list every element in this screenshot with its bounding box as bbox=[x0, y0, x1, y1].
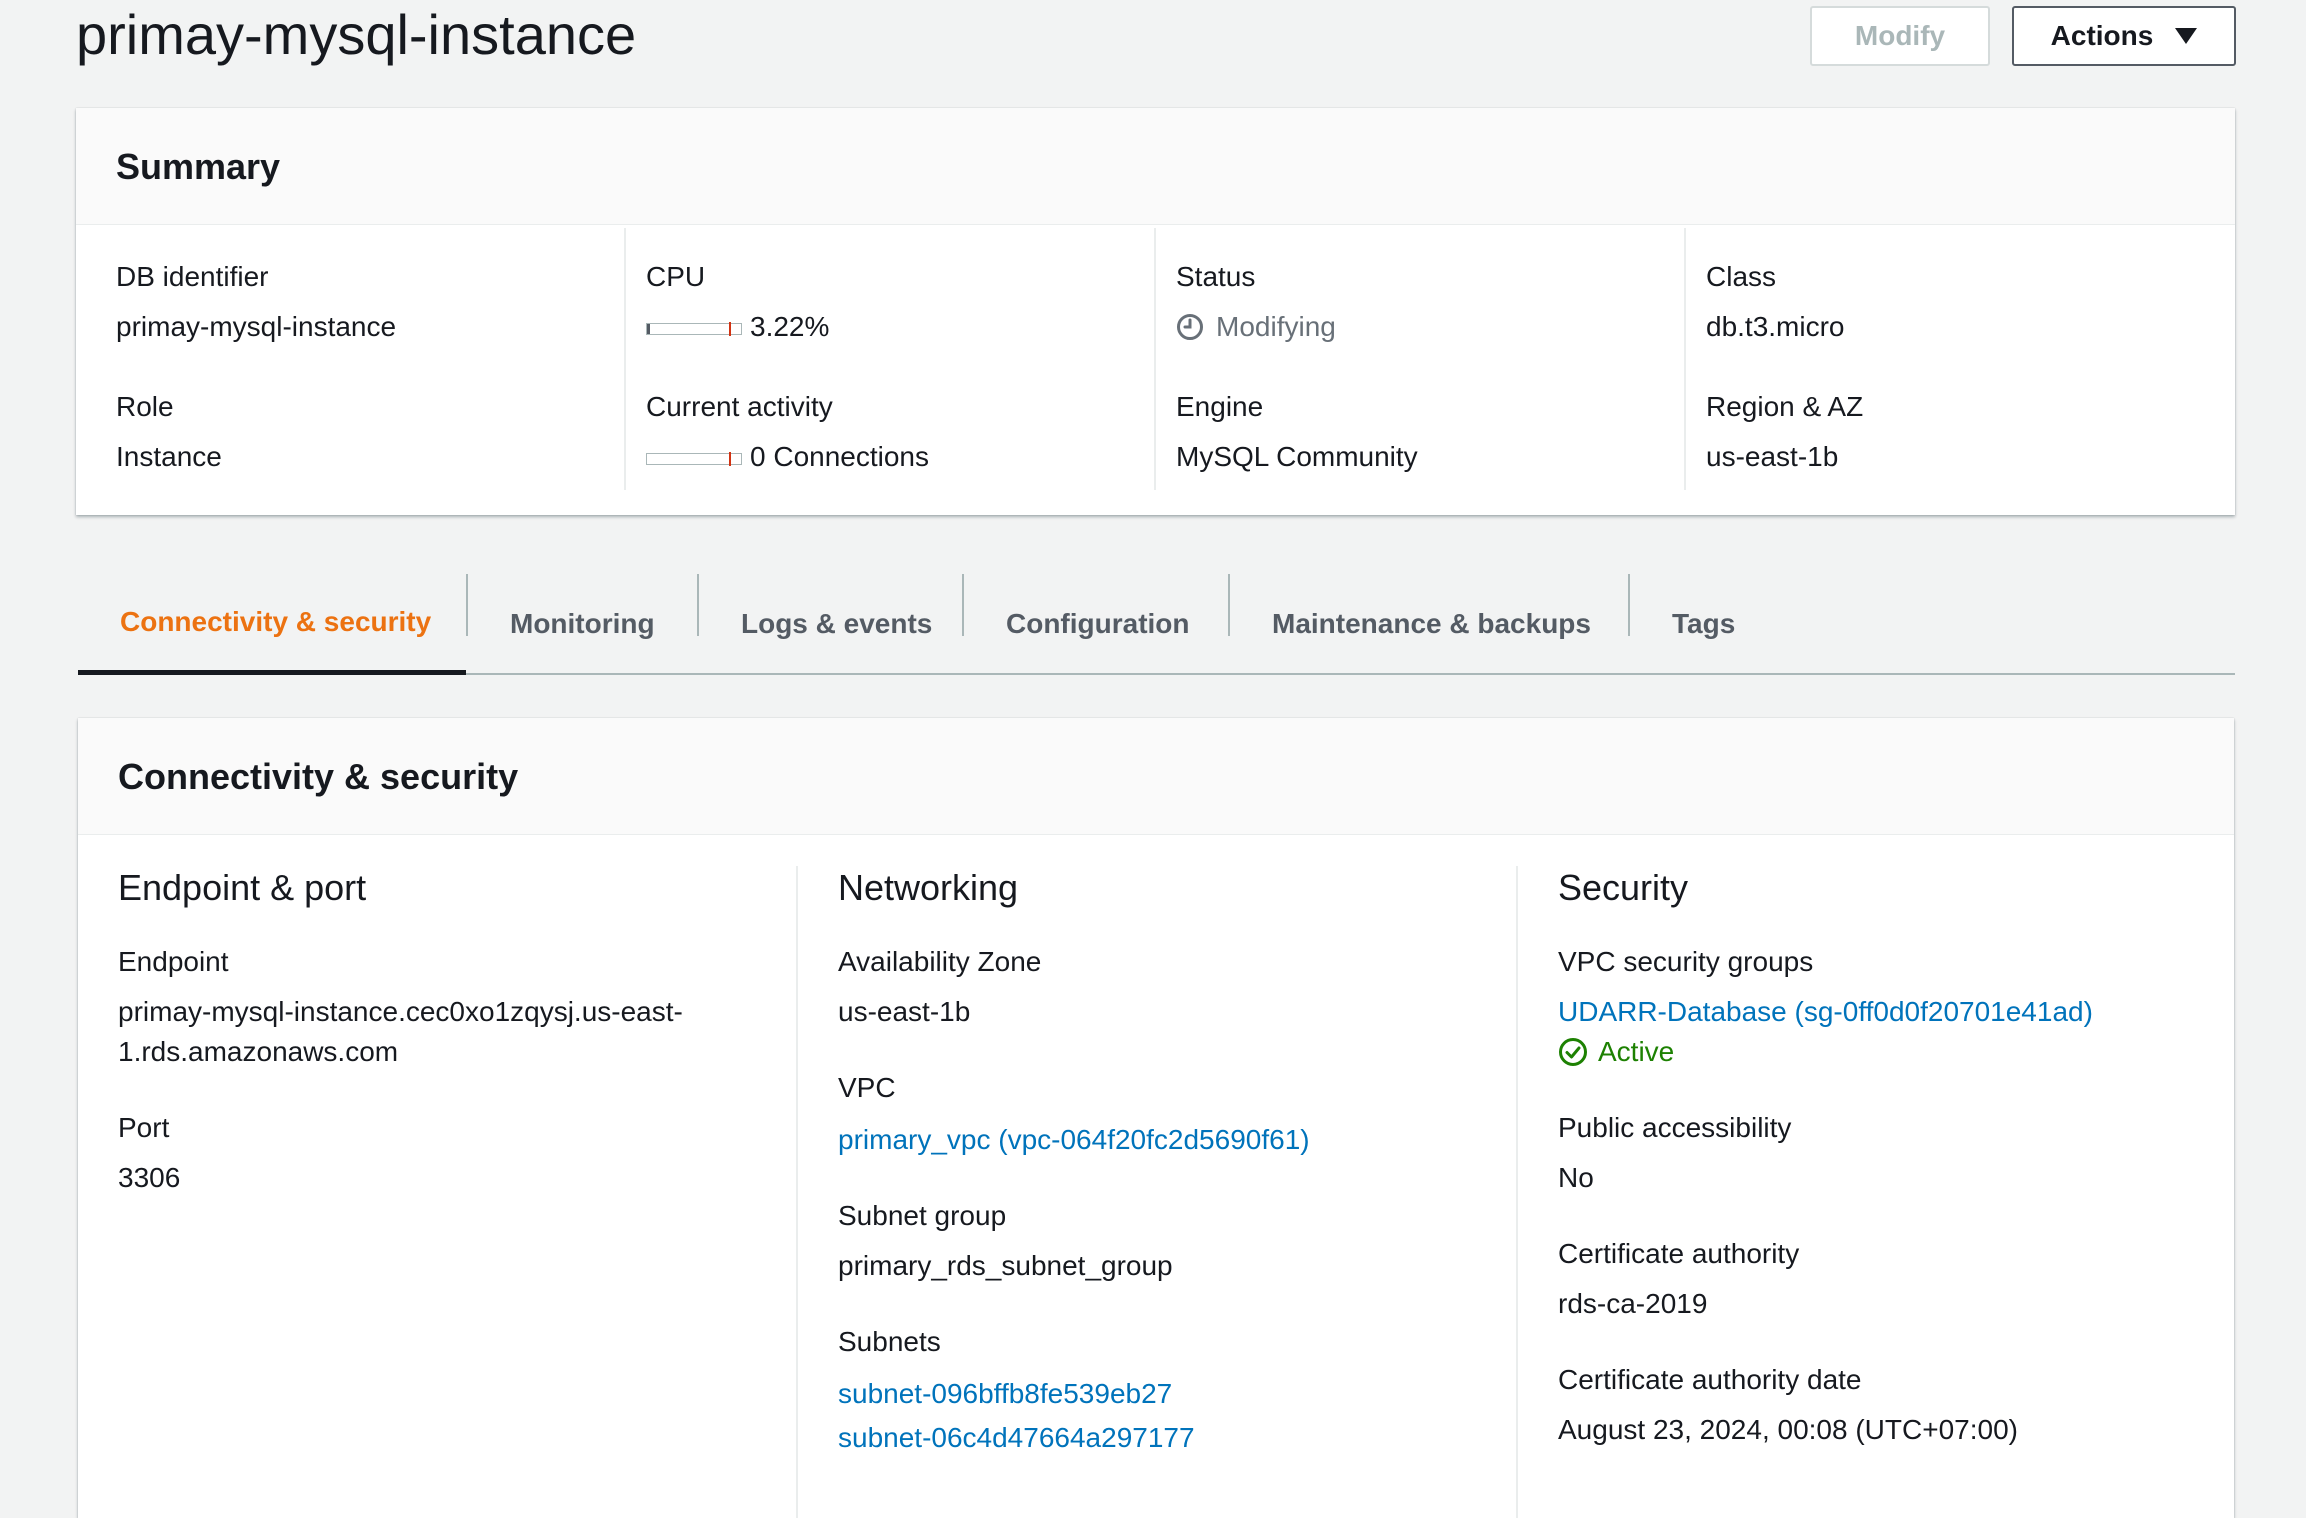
clock-icon bbox=[1177, 314, 1203, 340]
security-heading: Security bbox=[1558, 867, 1689, 908]
status-label: Status bbox=[1176, 261, 1256, 292]
endpoint-value: primay-mysql-instance.cec0xo1zqysj.us-ea… bbox=[118, 994, 798, 1070]
cpu-meter-fill bbox=[647, 323, 651, 334]
actions-button-label: Actions bbox=[2050, 20, 2154, 51]
modify-button-label: Modify bbox=[1854, 20, 1946, 51]
public-accessibility-value: No bbox=[1558, 1162, 1594, 1193]
db-identifier-value: primay-mysql-instance bbox=[116, 311, 397, 342]
port-value: 3306 bbox=[118, 1162, 181, 1193]
certificate-authority-date-value: August 23, 2024, 00:08 (UTC+07:00) bbox=[1558, 1414, 2018, 1445]
networking-section: Networking Availability Zone us-east-1b … bbox=[796, 866, 1516, 1518]
vpc-security-groups-label: VPC security groups bbox=[1558, 946, 1814, 977]
certificate-authority-date-label: Certificate authority date bbox=[1558, 1364, 1862, 1395]
current-activity-row: 0 Connections bbox=[646, 439, 929, 475]
actions-button[interactable]: Actions bbox=[2012, 6, 2236, 66]
connectivity-header: Connectivity & security bbox=[78, 718, 2234, 835]
page-title: primay-mysql-instance bbox=[76, 3, 637, 66]
availability-zone-label: Availability Zone bbox=[838, 946, 1042, 977]
security-group-link[interactable]: UDARR-Database (sg-0ff0d0f20701e41ad) bbox=[1558, 994, 2234, 1030]
modify-button[interactable]: Modify bbox=[1810, 6, 1990, 66]
endpoint-value-line-2: 1.rds.amazonaws.com bbox=[118, 1036, 399, 1067]
summary-column-4: Class db.t3.micro Region & AZ us-east-1b bbox=[1684, 228, 2235, 490]
summary-header: Summary bbox=[76, 108, 2235, 225]
vpc-link[interactable]: primary_vpc (vpc-064f20fc2d5690f61) bbox=[838, 1122, 1516, 1158]
subnet-group-label: Subnet group bbox=[838, 1200, 1007, 1231]
endpoint-value-line-1: primay-mysql-instance.cec0xo1zqysj.us-ea… bbox=[118, 996, 683, 1027]
status-value: Modifying bbox=[1216, 311, 1336, 342]
summary-column-2: CPU 3.22% Current activity 0 Connections bbox=[624, 228, 1154, 490]
tab-tags[interactable]: Tags bbox=[1630, 574, 1830, 673]
endpoint-port-heading: Endpoint & port bbox=[118, 867, 367, 908]
current-activity-label: Current activity bbox=[646, 391, 833, 422]
cpu-meter bbox=[646, 321, 742, 336]
vpc-label: VPC bbox=[838, 1072, 896, 1103]
engine-value: MySQL Community bbox=[1176, 441, 1418, 472]
availability-zone-value: us-east-1b bbox=[838, 996, 971, 1027]
summary-column-3: Status Modifying Engine MySQL Community bbox=[1154, 228, 1684, 490]
subnet-link[interactable]: subnet-06c4d47664a297177 bbox=[838, 1420, 1516, 1456]
public-accessibility-label: Public accessibility bbox=[1558, 1112, 1792, 1143]
check-circle-icon bbox=[1559, 1038, 1587, 1066]
connectivity-title: Connectivity & security bbox=[118, 756, 519, 797]
summary-card: Summary DB identifier primay-mysql-insta… bbox=[76, 108, 2235, 515]
endpoint-port-section: Endpoint & port Endpoint primay-mysql-in… bbox=[118, 866, 798, 1196]
db-identifier-label: DB identifier bbox=[116, 261, 269, 292]
cpu-value-row: 3.22% bbox=[646, 309, 829, 345]
activity-meter-threshold bbox=[729, 451, 731, 466]
engine-label: Engine bbox=[1176, 391, 1264, 422]
cpu-label: CPU bbox=[646, 261, 706, 292]
caret-down-icon bbox=[2175, 28, 2198, 44]
cpu-meter-threshold bbox=[729, 321, 731, 336]
port-label: Port bbox=[118, 1112, 170, 1143]
class-value: db.t3.micro bbox=[1706, 311, 1845, 342]
class-label: Class bbox=[1706, 261, 1777, 292]
endpoint-label: Endpoint bbox=[118, 946, 229, 977]
certificate-authority-label: Certificate authority bbox=[1558, 1238, 1800, 1269]
security-section: Security VPC security groups UDARR-Datab… bbox=[1516, 866, 2234, 1518]
summary-title: Summary bbox=[116, 146, 281, 187]
subnet-link[interactable]: subnet-096bffb8fe539eb27 bbox=[838, 1376, 1516, 1412]
activity-meter bbox=[646, 451, 742, 466]
connectivity-security-card: Connectivity & security Endpoint & port … bbox=[78, 718, 2234, 1518]
cpu-value: 3.22% bbox=[750, 311, 830, 342]
tab-connectivity-security[interactable]: Connectivity & security bbox=[78, 574, 466, 675]
summary-column-1: DB identifier primay-mysql-instance Role… bbox=[76, 225, 606, 515]
status-value-row: Modifying bbox=[1176, 309, 1336, 345]
certificate-authority-value: rds-ca-2019 bbox=[1558, 1288, 1708, 1319]
security-group-status-text: Active bbox=[1598, 1036, 1675, 1067]
networking-heading: Networking bbox=[838, 867, 1019, 908]
activity-meter-fill bbox=[647, 454, 650, 464]
tab-maintenance-backups[interactable]: Maintenance & backups bbox=[1230, 574, 1650, 673]
region-az-label: Region & AZ bbox=[1706, 391, 1864, 422]
subnet-group-value: primary_rds_subnet_group bbox=[838, 1250, 1173, 1281]
security-group-status: Active bbox=[1558, 1034, 2234, 1070]
current-activity-value: 0 Connections bbox=[750, 441, 930, 472]
subnets-label: Subnets bbox=[838, 1326, 941, 1357]
tab-bar: Connectivity & security Monitoring Logs … bbox=[78, 574, 2235, 675]
region-az-value: us-east-1b bbox=[1706, 441, 1839, 472]
role-value: Instance bbox=[116, 441, 222, 472]
role-label: Role bbox=[116, 391, 174, 422]
